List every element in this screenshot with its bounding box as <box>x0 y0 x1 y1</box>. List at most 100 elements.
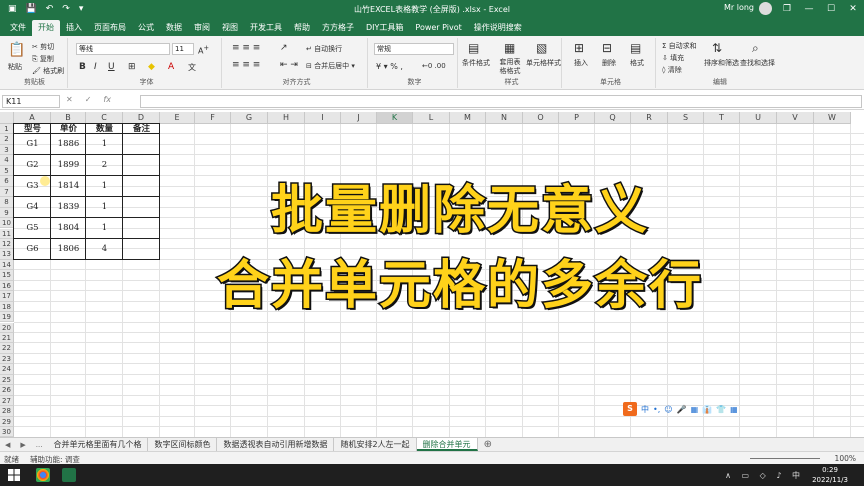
row-header-2[interactable]: 2 <box>0 134 14 145</box>
ribbon-tab-4[interactable]: 公式 <box>132 20 160 36</box>
table-cell[interactable]: G5 <box>14 218 51 239</box>
zoom-slider[interactable] <box>750 458 820 459</box>
user-avatar[interactable] <box>759 2 772 15</box>
merge-center-button[interactable]: ⊟ 合并后居中 ▾ <box>306 61 355 71</box>
row-header-18[interactable]: 18 <box>0 301 14 313</box>
column-header-I[interactable]: I <box>305 112 341 124</box>
next-sheet-icon[interactable]: ▶ <box>15 441 30 449</box>
copy-button[interactable]: ⎘ 复制 <box>32 54 54 64</box>
row-header-16[interactable]: 16 <box>0 280 14 292</box>
column-header-L[interactable]: L <box>413 112 450 124</box>
table-cell[interactable]: 2 <box>86 155 123 176</box>
bold-button[interactable]: B <box>79 62 86 72</box>
table-cell[interactable]: G2 <box>14 155 51 176</box>
format-table-button[interactable]: 套用表格格式 <box>498 58 522 76</box>
row-header-19[interactable]: 19 <box>0 312 14 323</box>
row-header-17[interactable]: 17 <box>0 291 14 302</box>
column-header-V[interactable]: V <box>777 112 814 124</box>
minimize-button[interactable]: — <box>798 0 820 18</box>
border-icon[interactable]: ⊞ <box>128 62 136 72</box>
ribbon-tab-3[interactable]: 页面布局 <box>88 20 132 36</box>
ribbon-tab-5[interactable]: 数据 <box>160 20 188 36</box>
ime-item[interactable]: 中 <box>641 404 649 415</box>
ime-voice-icon[interactable]: 🎤 <box>677 405 687 414</box>
sheet-tab-1[interactable]: 数字区间标颜色 <box>148 438 218 451</box>
table-cell[interactable]: G4 <box>14 197 51 218</box>
format-cells-button[interactable]: 格式 <box>630 58 644 68</box>
format-cells-icon[interactable]: ▤ <box>630 41 641 55</box>
cancel-icon[interactable]: ✕ <box>66 95 73 104</box>
table-cell[interactable]: 1 <box>86 218 123 239</box>
ribbon-tab-11[interactable]: DIY工具箱 <box>360 20 409 36</box>
underline-button[interactable]: U <box>108 62 115 72</box>
wrap-text-button[interactable]: ↵ 自动换行 <box>306 44 342 54</box>
column-header-G[interactable]: G <box>231 112 268 124</box>
table-header-cell[interactable]: 备注 <box>123 124 160 134</box>
row-header-30[interactable]: 30 <box>0 427 14 438</box>
cut-button[interactable]: ✂ 剪切 <box>32 42 54 52</box>
row-header-13[interactable]: 13 <box>0 249 14 260</box>
phonetic-icon[interactable]: 文 <box>188 62 196 73</box>
column-header-R[interactable]: R <box>631 112 668 124</box>
ime-skin-icon[interactable]: 👔 <box>702 405 712 414</box>
table-cell[interactable]: 1 <box>86 176 123 197</box>
table-cell[interactable]: 1814 <box>51 176 86 197</box>
row-header-3[interactable]: 3 <box>0 144 14 156</box>
column-header-S[interactable]: S <box>668 112 704 124</box>
table-cell[interactable]: 1886 <box>51 134 86 155</box>
fill-button[interactable]: ⇩ 填充 <box>662 53 684 63</box>
ribbon-tab-9[interactable]: 帮助 <box>288 20 316 36</box>
column-header-F[interactable]: F <box>195 112 231 124</box>
sheet-tab-0[interactable]: 合并单元格里面有几个格 <box>47 438 149 451</box>
row-header-15[interactable]: 15 <box>0 270 14 281</box>
column-header-H[interactable]: H <box>268 112 305 124</box>
ime-toolbar[interactable]: S 中 •, ☺ 🎤 ▦ 👔 👕 ▦ <box>623 402 738 416</box>
column-header-U[interactable]: U <box>740 112 777 124</box>
ribbon-tab-13[interactable]: 操作说明搜索 <box>468 20 528 36</box>
sheet-tab-2[interactable]: 数据透视表自动引用新增数据 <box>217 438 335 451</box>
autosum-button[interactable]: Σ 自动求和 <box>662 41 697 51</box>
find-select-button[interactable]: 查找和选择 <box>740 58 775 68</box>
fill-color-icon[interactable]: ◆ <box>148 62 155 72</box>
table-header-cell[interactable]: 单价 <box>51 124 86 134</box>
ribbon-tab-12[interactable]: Power Pivot <box>409 20 467 36</box>
more-sheets-button[interactable]: ... <box>31 441 48 449</box>
ime-emoji-icon[interactable]: ☺ <box>664 405 672 414</box>
insert-cells-icon[interactable]: ⊞ <box>574 41 584 55</box>
paste-button[interactable]: 粘贴 <box>8 62 22 72</box>
delete-cells-icon[interactable]: ⊟ <box>602 41 612 55</box>
row-header-24[interactable]: 24 <box>0 364 14 375</box>
row-header-28[interactable]: 28 <box>0 406 14 417</box>
grow-font-icon[interactable]: A+ <box>198 44 209 56</box>
row-header-8[interactable]: 8 <box>0 197 14 208</box>
table-cell[interactable]: 1839 <box>51 197 86 218</box>
prev-sheet-icon[interactable]: ◀ <box>0 441 15 449</box>
row-header-23[interactable]: 23 <box>0 353 14 365</box>
row-header-1[interactable]: 1 <box>0 124 14 135</box>
sheet-tab-3[interactable]: 随机安排2人左一起 <box>334 438 417 451</box>
row-header-5[interactable]: 5 <box>0 165 14 177</box>
row-header-26[interactable]: 26 <box>0 385 14 396</box>
table-cell[interactable]: G6 <box>14 239 51 260</box>
conditional-format-button[interactable]: 条件格式 <box>462 58 490 68</box>
undo-icon[interactable]: ↶ <box>46 4 54 14</box>
delete-cells-button[interactable]: 删除 <box>602 58 616 68</box>
sheet-tab-4[interactable]: 删除合并单元 <box>416 438 478 451</box>
ribbon-tab-8[interactable]: 开发工具 <box>244 20 288 36</box>
ribbon-tab-10[interactable]: 方方格子 <box>316 20 360 36</box>
row-header-21[interactable]: 21 <box>0 333 14 344</box>
align-left-icon[interactable]: ≡ ≡ ≡ <box>232 60 260 70</box>
redo-icon[interactable]: ↷ <box>62 4 70 14</box>
ribbon-tab-0[interactable]: 文件 <box>4 20 32 36</box>
font-size-select[interactable]: 11 <box>172 43 194 55</box>
autosave-icon[interactable]: ▣ <box>8 4 17 14</box>
row-header-4[interactable]: 4 <box>0 155 14 166</box>
row-header-12[interactable]: 12 <box>0 238 14 250</box>
customize-icon[interactable]: ▾ <box>79 4 84 14</box>
column-header-W[interactable]: W <box>814 112 851 124</box>
table-header-cell[interactable]: 数量 <box>86 124 123 134</box>
column-header-J[interactable]: J <box>341 112 377 124</box>
enter-icon[interactable]: ✓ <box>85 95 92 104</box>
row-header-25[interactable]: 25 <box>0 374 14 386</box>
ime-punct-icon[interactable]: •, <box>653 405 660 414</box>
